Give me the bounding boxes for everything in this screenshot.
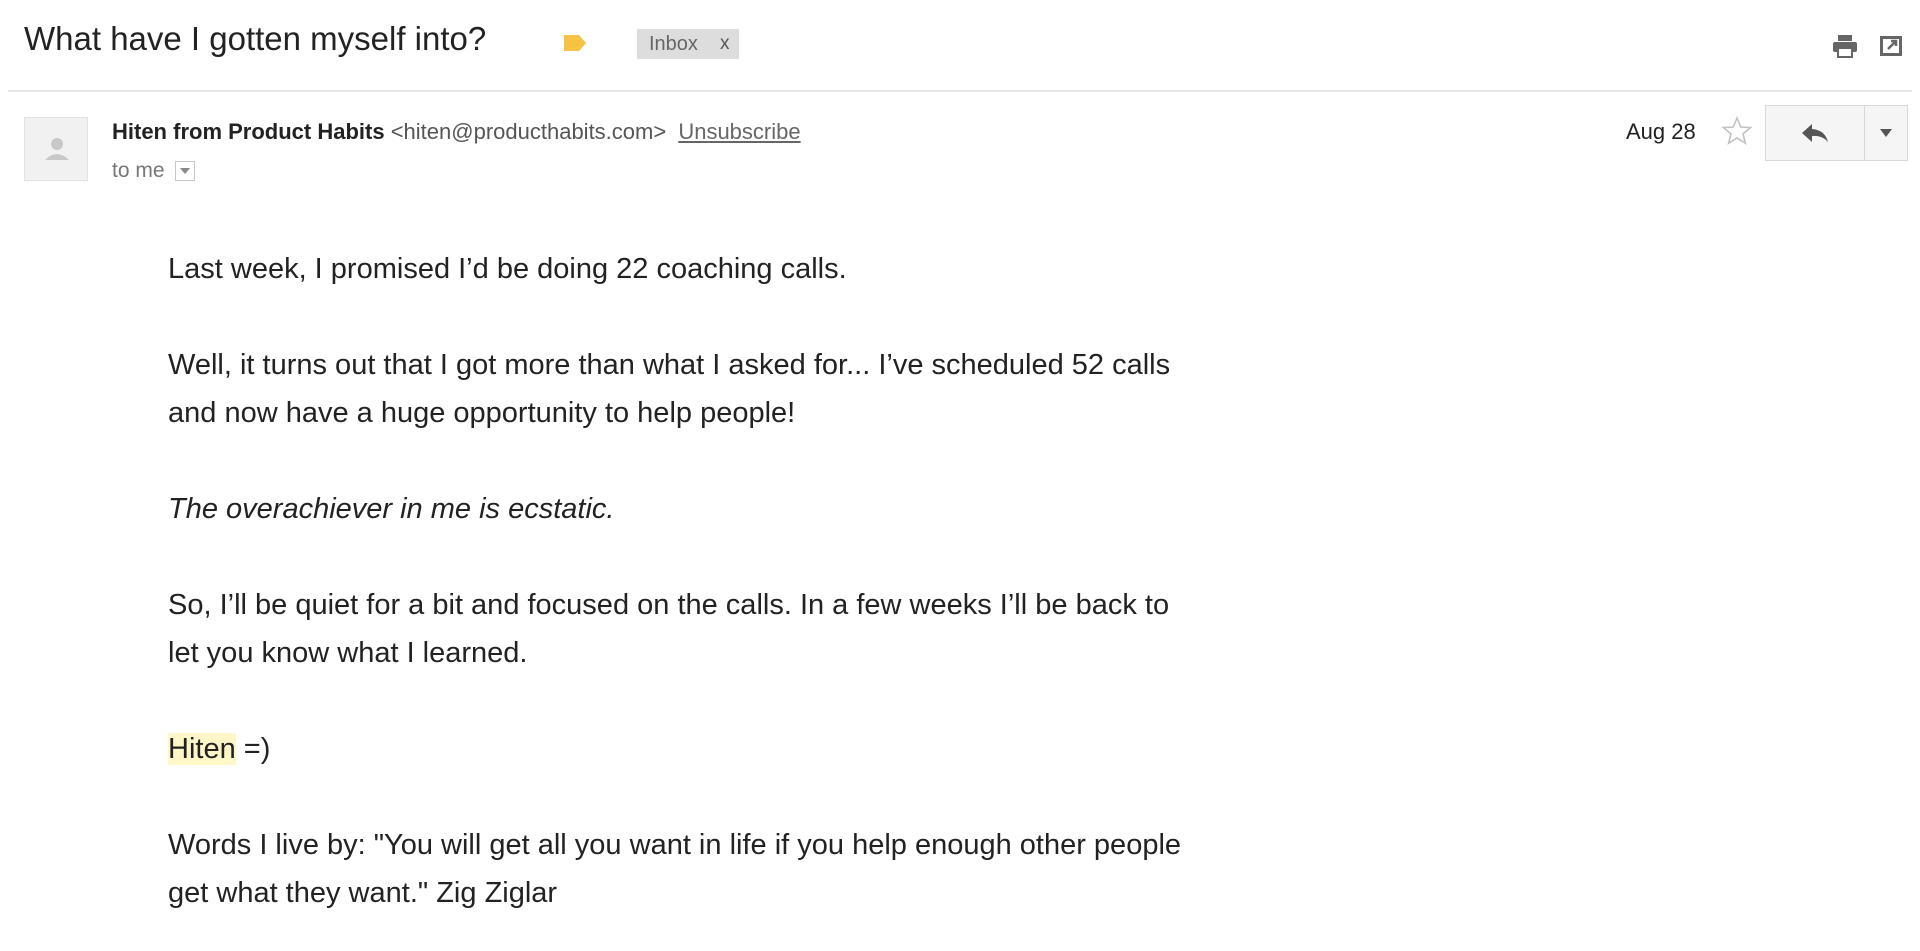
body-paragraph: So, I’ll be quiet for a bit and focused … <box>168 581 1318 677</box>
email-subject: What have I gotten myself into? <box>24 20 487 57</box>
quote-text: Words I live by: "You will get all you w… <box>168 829 1182 861</box>
quote-text: get what they want." Zig Ziglar <box>168 877 558 909</box>
inbox-label-text: Inbox <box>649 32 698 55</box>
person-icon <box>45 138 69 160</box>
email-body: Last week, I promised I’d be doing 22 co… <box>168 245 1318 917</box>
open-in-new-window-icon[interactable] <box>1877 33 1905 59</box>
more-options-button[interactable] <box>1865 105 1908 161</box>
body-text: Last week, I promised I’d be doing 22 co… <box>168 253 847 285</box>
signature-smiley: =) <box>235 733 271 765</box>
body-text: Well, it turns out that I got more than … <box>168 349 1171 381</box>
recipient-text: to me <box>112 159 165 182</box>
signature: Hiten =) <box>168 725 1318 773</box>
reply-button-group <box>1765 105 1908 161</box>
body-text: The overachiever in me is ecstatic. <box>168 493 615 525</box>
recipient-line: to me <box>112 159 195 183</box>
remove-label-button[interactable]: x <box>720 33 730 55</box>
sender-name[interactable]: Hiten from Product Habits <box>112 119 385 144</box>
sender-avatar <box>24 117 88 181</box>
label-tag-icon[interactable] <box>562 33 588 53</box>
body-paragraph: Well, it turns out that I got more than … <box>168 341 1318 437</box>
reply-button[interactable] <box>1765 105 1865 161</box>
show-details-button[interactable] <box>174 161 195 181</box>
body-text: So, I’ll be quiet for a bit and focused … <box>168 589 1170 621</box>
body-text: let you know what I learned. <box>168 637 528 669</box>
header-divider <box>8 90 1912 92</box>
sender-line: Hiten from Product Habits <hiten@product… <box>112 119 801 145</box>
quote-paragraph: Words I live by: "You will get all you w… <box>168 821 1318 917</box>
print-icon[interactable] <box>1831 33 1859 59</box>
star-icon[interactable] <box>1721 115 1753 147</box>
body-paragraph-italic: The overachiever in me is ecstatic. <box>168 485 1318 533</box>
signature-name: Hiten <box>168 733 236 765</box>
body-text: and now have a huge opportunity to help … <box>168 397 796 429</box>
caret-down-icon <box>179 168 190 174</box>
body-paragraph: Last week, I promised I’d be doing 22 co… <box>168 245 1318 293</box>
chevron-down-icon <box>1880 129 1892 137</box>
reply-arrow-icon <box>1802 124 1828 142</box>
subject-bar: What have I gotten myself into? Inbox x <box>0 0 1920 92</box>
sender-email: <hiten@producthabits.com> <box>390 119 667 144</box>
message-date: Aug 28 <box>1626 119 1696 144</box>
unsubscribe-link[interactable]: Unsubscribe <box>678 119 800 144</box>
inbox-label-chip[interactable]: Inbox x <box>637 29 740 59</box>
